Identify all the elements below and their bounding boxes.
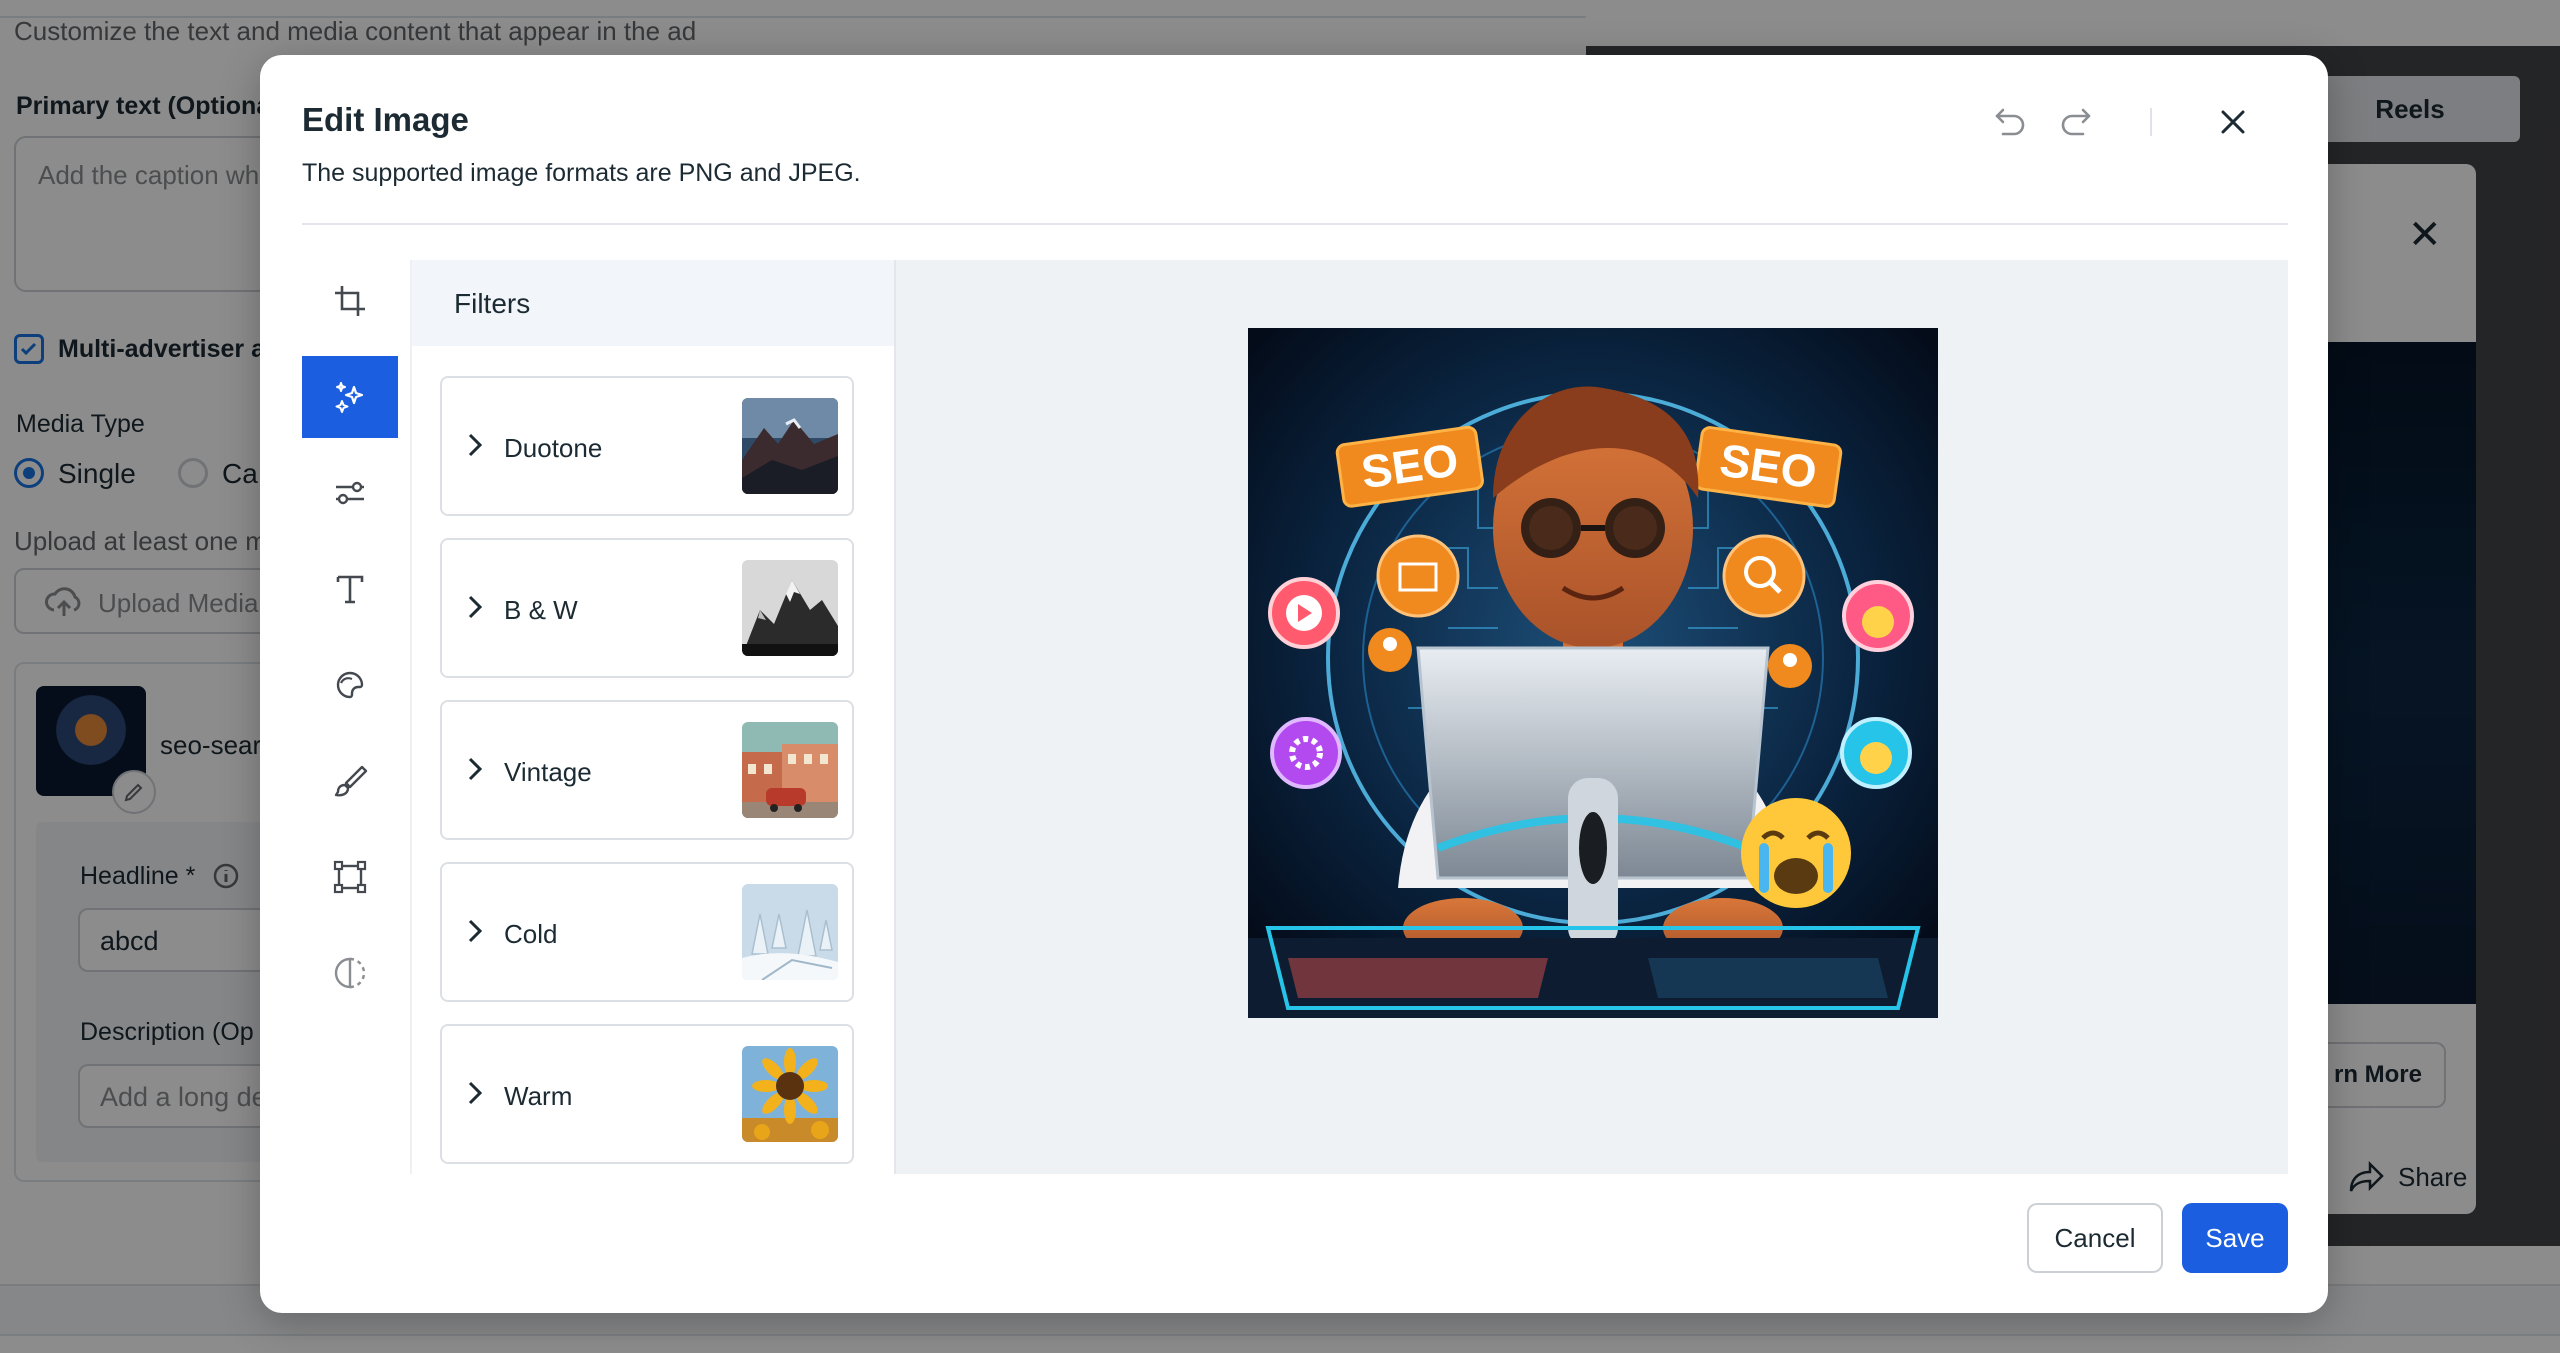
filter-cold[interactable]: Cold xyxy=(440,862,854,1002)
chevron-right-icon xyxy=(468,595,483,619)
editable-image[interactable]: SEO SEO xyxy=(1248,328,1938,1018)
text-icon xyxy=(336,575,364,604)
redo-icon xyxy=(2061,108,2091,136)
crop-icon xyxy=(335,286,365,316)
contrast-icon xyxy=(334,957,366,989)
filter-thumbnail xyxy=(742,722,838,818)
header-separator xyxy=(2150,108,2152,136)
filters-tool[interactable] xyxy=(302,356,398,438)
filter-name: B & W xyxy=(504,595,578,625)
tool-rail xyxy=(302,260,412,1174)
filter-name: Cold xyxy=(504,919,558,949)
filters-panel: Filters Duotone B & W Vintage Cold Warm xyxy=(412,260,896,1174)
chevron-right-icon xyxy=(468,1081,483,1105)
close-icon xyxy=(2221,110,2245,134)
filter-warm[interactable]: Warm xyxy=(440,1024,854,1164)
edit-image-modal: Edit Image The supported image formats a… xyxy=(260,55,2328,1313)
brush-tool[interactable] xyxy=(302,740,398,822)
adjust-icon xyxy=(336,481,364,505)
chevron-right-icon xyxy=(468,919,483,943)
filter-name: Vintage xyxy=(504,757,592,787)
filter-bw[interactable]: B & W xyxy=(440,538,854,678)
filters-icon xyxy=(335,382,364,413)
frame-icon xyxy=(333,860,367,894)
filters-header: Filters xyxy=(412,260,894,346)
text-tool[interactable] xyxy=(302,548,398,630)
image-editor: Filters Duotone B & W Vintage Cold Warm … xyxy=(302,260,2288,1174)
chevron-right-icon xyxy=(468,433,483,457)
header-divider xyxy=(302,223,2288,225)
brush-icon xyxy=(334,765,368,797)
undo-icon xyxy=(1995,108,2025,136)
filter-thumbnail xyxy=(742,1046,838,1142)
crop-tool[interactable] xyxy=(302,260,398,342)
frame-tool[interactable] xyxy=(302,836,398,918)
chevron-right-icon xyxy=(468,757,483,781)
modal-title: Edit Image xyxy=(302,101,469,138)
save-button[interactable]: Save xyxy=(2182,1203,2288,1273)
adjust-tool[interactable] xyxy=(302,452,398,534)
sticker-icon xyxy=(336,671,364,699)
undo-button[interactable] xyxy=(1986,97,2036,147)
contrast-tool[interactable] xyxy=(302,932,398,1014)
modal-subtitle: The supported image formats are PNG and … xyxy=(302,159,861,187)
filter-thumbnail xyxy=(742,884,838,980)
cancel-button[interactable]: Cancel xyxy=(2027,1203,2163,1273)
filter-duotone[interactable]: Duotone xyxy=(440,376,854,516)
filter-thumbnail xyxy=(742,560,838,656)
filters-heading: Filters xyxy=(454,288,531,319)
filter-name: Warm xyxy=(504,1081,573,1111)
header-actions xyxy=(1986,97,2258,147)
filter-thumbnail xyxy=(742,398,838,494)
filter-name: Duotone xyxy=(504,433,603,463)
redo-button[interactable] xyxy=(2050,97,2100,147)
close-button[interactable] xyxy=(2208,97,2258,147)
sticker-tool[interactable] xyxy=(302,644,398,726)
filter-vintage[interactable]: Vintage xyxy=(440,700,854,840)
image-canvas: SEO SEO xyxy=(896,260,2288,1174)
